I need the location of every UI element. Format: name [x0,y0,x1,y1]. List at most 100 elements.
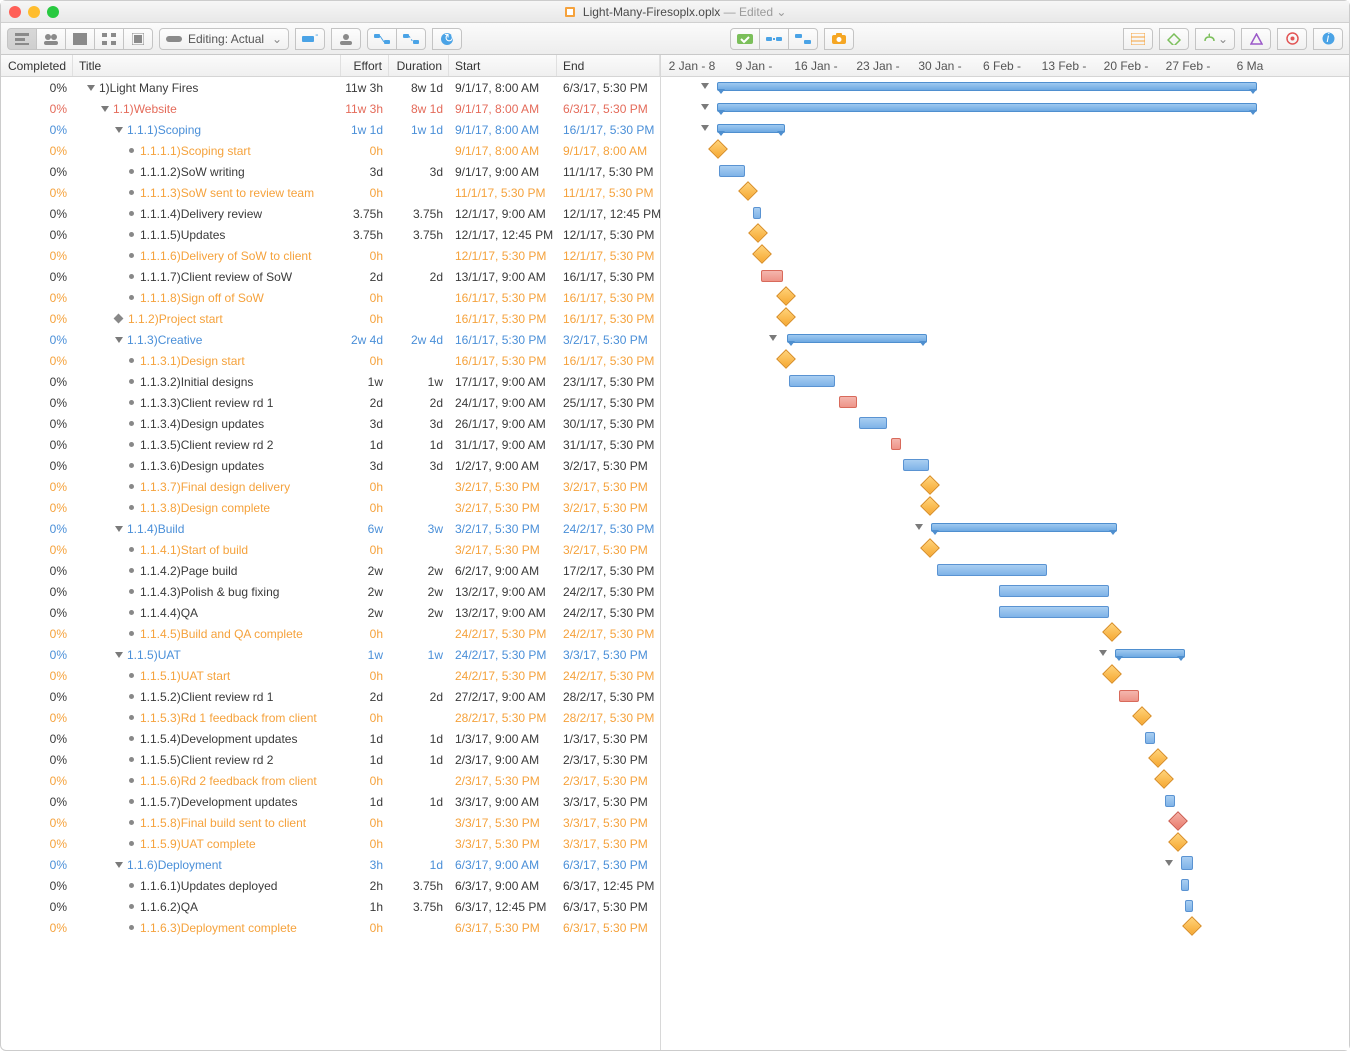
cell-effort[interactable]: 0h [341,308,389,329]
cell-completed[interactable]: 0% [1,182,73,203]
cell-end[interactable]: 30/1/17, 5:30 PM [557,413,660,434]
cell-start[interactable]: 2/3/17, 9:00 AM [449,749,557,770]
cell-completed[interactable]: 0% [1,581,73,602]
cell-effort[interactable]: 0h [341,245,389,266]
zoom-window-button[interactable] [47,6,59,18]
cell-title[interactable]: 1.1.5.5) Client review rd 2 [73,749,341,770]
gantt-row[interactable] [661,329,1349,350]
cell-title[interactable]: 1.1.4.4) QA [73,602,341,623]
cell-start[interactable]: 24/2/17, 5:30 PM [449,623,557,644]
cell-title[interactable]: 1.1.3.5) Client review rd 2 [73,434,341,455]
cell-start[interactable]: 13/2/17, 9:00 AM [449,581,557,602]
cell-end[interactable]: 3/2/17, 5:30 PM [557,329,660,350]
gantt-milestone-diamond[interactable] [1154,769,1174,789]
cell-end[interactable]: 24/2/17, 5:30 PM [557,518,660,539]
cell-effort[interactable]: 0h [341,140,389,161]
gantt-row[interactable] [661,161,1349,182]
cell-duration[interactable] [389,539,449,560]
critical-path-button[interactable] [1159,28,1189,50]
cell-start[interactable]: 1/2/17, 9:00 AM [449,455,557,476]
cell-duration[interactable] [389,707,449,728]
gantt-task-bar[interactable] [999,606,1109,618]
gantt-row[interactable] [661,140,1349,161]
cell-duration[interactable]: 3.75h [389,896,449,917]
gantt-row[interactable] [661,560,1349,581]
task-row[interactable]: 0%1.1.4.3) Polish & bug fixing2w2w13/2/1… [1,581,660,602]
cell-duration[interactable]: 2d [389,392,449,413]
cell-completed[interactable]: 0% [1,518,73,539]
gantt-row[interactable] [661,791,1349,812]
cell-duration[interactable] [389,245,449,266]
gantt-milestone-diamond[interactable] [920,475,940,495]
cell-effort[interactable]: 1w 1d [341,119,389,140]
task-row[interactable]: 0%1.1.3) Creative2w 4d2w 4d16/1/17, 5:30… [1,329,660,350]
cell-completed[interactable]: 0% [1,623,73,644]
cell-effort[interactable]: 0h [341,812,389,833]
cell-completed[interactable]: 0% [1,476,73,497]
task-row[interactable]: 0%1.1.1.7) Client review of SoW2d2d13/1/… [1,266,660,287]
gantt-row[interactable] [661,455,1349,476]
cell-start[interactable]: 3/2/17, 5:30 PM [449,518,557,539]
gantt-row[interactable] [661,266,1349,287]
cell-effort[interactable]: 3.75h [341,224,389,245]
cell-completed[interactable]: 0% [1,665,73,686]
cell-completed[interactable]: 0% [1,854,73,875]
gantt-row[interactable] [661,875,1349,896]
cell-end[interactable]: 12/1/17, 12:45 PM [557,203,660,224]
cell-duration[interactable]: 1w [389,644,449,665]
cell-completed[interactable]: 0% [1,539,73,560]
gantt-task-bar[interactable] [789,375,835,387]
cell-end[interactable]: 3/2/17, 5:30 PM [557,455,660,476]
cell-title[interactable]: 1) Light Many Fires [73,77,341,98]
cell-effort[interactable]: 1d [341,749,389,770]
cell-end[interactable]: 24/2/17, 5:30 PM [557,581,660,602]
gantt-disclosure-icon[interactable] [1099,650,1107,656]
gantt-row[interactable] [661,602,1349,623]
cell-start[interactable]: 9/1/17, 9:00 AM [449,161,557,182]
cell-completed[interactable]: 0% [1,287,73,308]
cell-effort[interactable]: 0h [341,707,389,728]
task-row[interactable]: 0%1.1.3.1) Design start0h16/1/17, 5:30 P… [1,350,660,371]
view-resource-button[interactable] [36,28,66,50]
col-start[interactable]: Start [449,55,557,76]
cell-start[interactable]: 2/3/17, 5:30 PM [449,770,557,791]
cell-title[interactable]: 1.1.1.1) Scoping start [73,140,341,161]
gantt-task-bar[interactable] [1181,879,1189,891]
cell-title[interactable]: 1.1.5.6) Rd 2 feedback from client [73,770,341,791]
cell-start[interactable]: 16/1/17, 5:30 PM [449,329,557,350]
cell-start[interactable]: 6/3/17, 5:30 PM [449,917,557,938]
cell-end[interactable]: 3/3/17, 5:30 PM [557,644,660,665]
cell-completed[interactable]: 0% [1,728,73,749]
cell-completed[interactable]: 0% [1,749,73,770]
cell-title[interactable]: 1.1.3.7) Final design delivery [73,476,341,497]
gantt-row[interactable] [661,434,1349,455]
gantt-row[interactable] [661,371,1349,392]
cell-end[interactable]: 28/2/17, 5:30 PM [557,686,660,707]
cell-start[interactable]: 3/3/17, 5:30 PM [449,833,557,854]
cell-start[interactable]: 17/1/17, 9:00 AM [449,371,557,392]
cell-title[interactable]: 1.1.1.4) Delivery review [73,203,341,224]
cell-end[interactable]: 2/3/17, 5:30 PM [557,770,660,791]
cell-start[interactable]: 3/2/17, 5:30 PM [449,476,557,497]
gantt-row[interactable] [661,518,1349,539]
gantt-task-bar[interactable] [1145,732,1155,744]
cell-effort[interactable]: 2w [341,560,389,581]
baseline-button[interactable] [1123,28,1153,50]
cell-completed[interactable]: 0% [1,140,73,161]
disconnect-tasks-button[interactable] [396,28,426,50]
cell-effort[interactable]: 11w 3h [341,98,389,119]
cell-end[interactable]: 24/2/17, 5:30 PM [557,623,660,644]
gantt-row[interactable] [661,581,1349,602]
gantt-milestone-diamond[interactable] [738,181,758,201]
cell-effort[interactable]: 0h [341,665,389,686]
cell-start[interactable]: 3/3/17, 9:00 AM [449,791,557,812]
cell-start[interactable]: 3/3/17, 5:30 PM [449,812,557,833]
cell-start[interactable]: 11/1/17, 5:30 PM [449,182,557,203]
publish-button[interactable]: ↻ [432,28,462,50]
task-row[interactable]: 0%1.1.6.2) QA1h3.75h6/3/17, 12:45 PM6/3/… [1,896,660,917]
cell-title[interactable]: 1.1.4.3) Polish & bug fixing [73,581,341,602]
cell-start[interactable]: 13/1/17, 9:00 AM [449,266,557,287]
gantt-disclosure-icon[interactable] [915,524,923,530]
gantt-row[interactable] [661,77,1349,98]
task-row[interactable]: 0%1.1.5.9) UAT complete0h3/3/17, 5:30 PM… [1,833,660,854]
